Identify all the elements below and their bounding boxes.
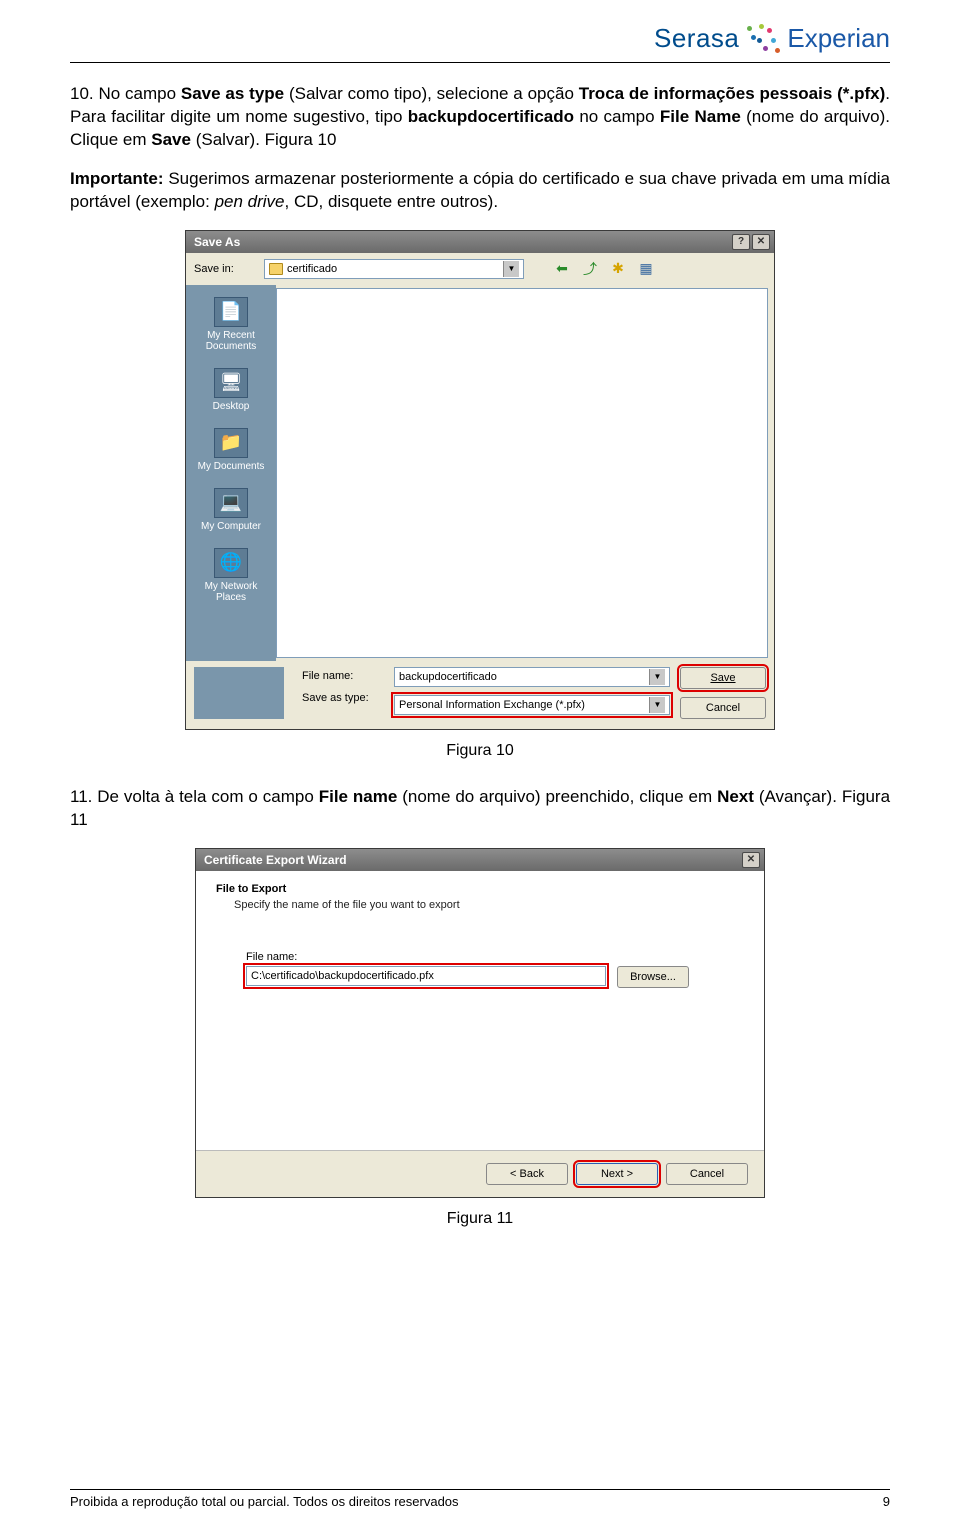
- wizard-subtitle: File to Export: [216, 883, 744, 895]
- browse-button[interactable]: Browse...: [617, 966, 689, 988]
- filename-input[interactable]: backupdocertificado ▼: [394, 667, 670, 687]
- new-folder-icon: ✱: [612, 260, 624, 277]
- place-documents[interactable]: 📁 My Documents: [190, 424, 272, 480]
- desktop-icon: 🖥: [214, 368, 248, 398]
- cancel-button[interactable]: Cancel: [666, 1163, 748, 1185]
- chevron-down-icon: ▼: [649, 669, 665, 685]
- documents-icon: 📁: [214, 428, 248, 458]
- file-list-area[interactable]: [276, 288, 768, 658]
- save-as-toolbar: Save in: certificado ▼ ⬅ ⤴ ✱ ▦: [186, 253, 774, 285]
- arrow-left-icon: ⬅: [556, 260, 568, 277]
- paragraph-important: Importante: Sugerimos armazenar posterio…: [70, 168, 890, 214]
- figure-10-caption: Figura 10: [70, 742, 890, 760]
- nav-view-button[interactable]: ▦: [636, 259, 656, 279]
- brand-logo: Serasa Experian: [654, 20, 890, 56]
- save-as-dialog: Save As ? ✕ Save in: certificado ▼ ⬅ ⤴ ✱…: [185, 230, 775, 730]
- place-recent[interactable]: 📄 My Recent Documents: [190, 293, 272, 360]
- folder-icon: [269, 263, 283, 275]
- wizard-filename-input[interactable]: [246, 966, 606, 986]
- chevron-down-icon: ▼: [503, 261, 519, 277]
- page-footer: Proibida a reprodução total ou parcial. …: [70, 1489, 890, 1509]
- chevron-down-icon: ▼: [649, 697, 665, 713]
- computer-icon: 💻: [214, 488, 248, 518]
- recent-documents-icon: 📄: [214, 297, 248, 327]
- close-button[interactable]: ✕: [752, 234, 770, 250]
- filename-label: File name:: [302, 670, 384, 682]
- save-as-title: Save As: [194, 235, 240, 249]
- filetype-label: Save as type:: [302, 692, 384, 704]
- cert-export-wizard: Certificate Export Wizard ✕ File to Expo…: [195, 848, 765, 1198]
- nav-up-button[interactable]: ⤴: [580, 259, 600, 279]
- logo-dots-icon: [745, 20, 781, 56]
- wizard-desc: Specify the name of the file you want to…: [234, 899, 744, 911]
- nav-newfolder-button[interactable]: ✱: [608, 259, 628, 279]
- wizard-titlebar[interactable]: Certificate Export Wizard ✕: [196, 849, 764, 871]
- brand-right: Experian: [787, 23, 890, 54]
- save-as-titlebar[interactable]: Save As ? ✕: [186, 231, 774, 253]
- next-button[interactable]: Next >: [576, 1163, 658, 1185]
- page-header: Serasa Experian: [70, 20, 890, 63]
- save-in-dropdown[interactable]: certificado ▼: [264, 259, 524, 279]
- close-icon: ✕: [747, 854, 755, 865]
- save-in-value: certificado: [287, 263, 337, 275]
- figure-11-caption: Figura 11: [70, 1210, 890, 1228]
- cancel-button[interactable]: Cancel: [680, 697, 766, 719]
- places-bar: 📄 My Recent Documents 🖥 Desktop 📁 My Doc…: [186, 285, 276, 661]
- view-icon: ▦: [639, 260, 652, 277]
- network-icon: 🌐: [214, 548, 248, 578]
- page-number: 9: [883, 1494, 890, 1509]
- wizard-title: Certificate Export Wizard: [204, 853, 347, 867]
- place-network[interactable]: 🌐 My Network Places: [190, 544, 272, 611]
- save-button[interactable]: Save: [680, 667, 766, 689]
- place-computer[interactable]: 💻 My Computer: [190, 484, 272, 540]
- close-button[interactable]: ✕: [742, 852, 760, 868]
- help-button[interactable]: ?: [732, 234, 750, 250]
- paragraph-11: 11. De volta à tela com o campo File nam…: [70, 786, 890, 832]
- footer-text: Proibida a reprodução total ou parcial. …: [70, 1494, 459, 1509]
- wizard-filename-label: File name:: [246, 951, 744, 963]
- save-in-label: Save in:: [194, 263, 256, 275]
- filetype-select[interactable]: Personal Information Exchange (*.pfx) ▼: [394, 695, 670, 715]
- arrow-up-icon: ⤴: [583, 259, 597, 279]
- nav-back-button[interactable]: ⬅: [552, 259, 572, 279]
- brand-left: Serasa: [654, 23, 739, 54]
- paragraph-10: 10. No campo Save as type (Salvar como t…: [70, 83, 890, 152]
- place-desktop[interactable]: 🖥 Desktop: [190, 364, 272, 420]
- close-icon: ✕: [757, 236, 765, 247]
- help-icon: ?: [738, 236, 744, 247]
- back-button[interactable]: < Back: [486, 1163, 568, 1185]
